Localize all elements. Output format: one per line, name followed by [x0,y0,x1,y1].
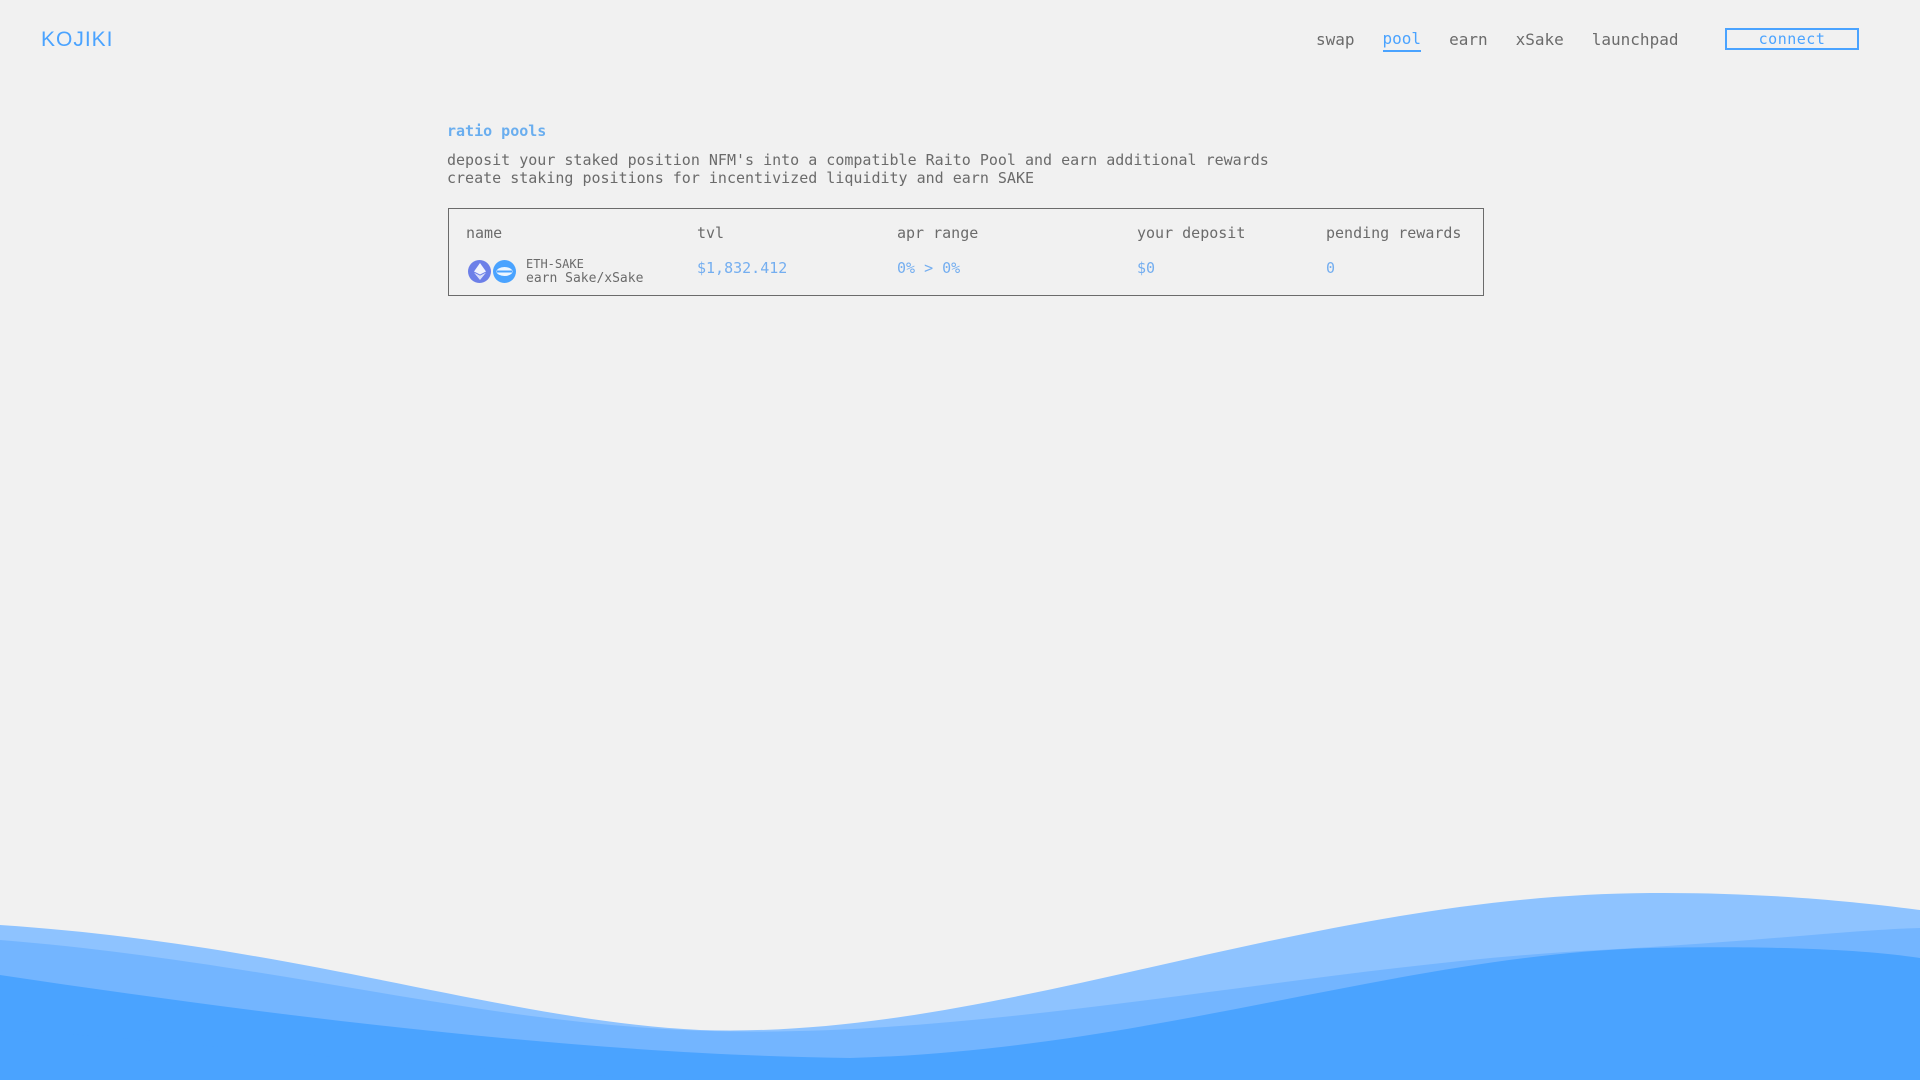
nav-xsake[interactable]: xSake [1516,28,1564,52]
nav-launchpad[interactable]: launchpad [1592,28,1679,52]
column-header-apr-range: apr range [897,224,979,242]
column-header-pending-rewards: pending rewards [1326,224,1462,242]
pool-pair-subtitle: earn Sake/xSake [526,271,644,286]
connect-button[interactable]: connect [1725,28,1859,50]
pool-pair-name: ETH-SAKE [526,257,584,271]
pools-table: name tvl apr range your deposit pending … [448,208,1484,296]
your-deposit-value: $0 [1137,259,1156,277]
column-header-your-deposit: your deposit [1137,224,1246,242]
ratio-pools-section: ratio pools deposit your staked position… [447,122,1487,187]
description-line-1: deposit your staked position NFM's into … [447,151,1269,169]
tvl-value: $1,832.412 [697,259,788,277]
eth-icon [468,260,491,283]
description-line-2: create staking positions for incentivize… [447,169,1034,187]
logo[interactable]: KOJIKI [41,28,114,52]
nav-pool[interactable]: pool [1382,29,1422,52]
pending-rewards-value: 0 [1326,259,1336,277]
nav-swap[interactable]: swap [1316,28,1355,52]
apr-range-value: 0% > 0% [897,259,961,277]
pool-pair-label: ETH-SAKE earn Sake/xSake [526,257,643,286]
nav-earn[interactable]: earn [1449,28,1488,52]
page: KOJIKI swap pool earn xSake launchpad co… [0,0,1920,1080]
page-title: ratio pools [447,122,547,140]
top-nav: swap pool earn xSake launchpad [1316,28,1706,52]
column-header-name: name [466,224,503,242]
pool-pair-cell: ETH-SAKE earn Sake/xSake [468,257,643,286]
column-header-tvl: tvl [697,224,725,242]
sake-icon [493,260,516,283]
decorative-waves [0,892,1920,1080]
